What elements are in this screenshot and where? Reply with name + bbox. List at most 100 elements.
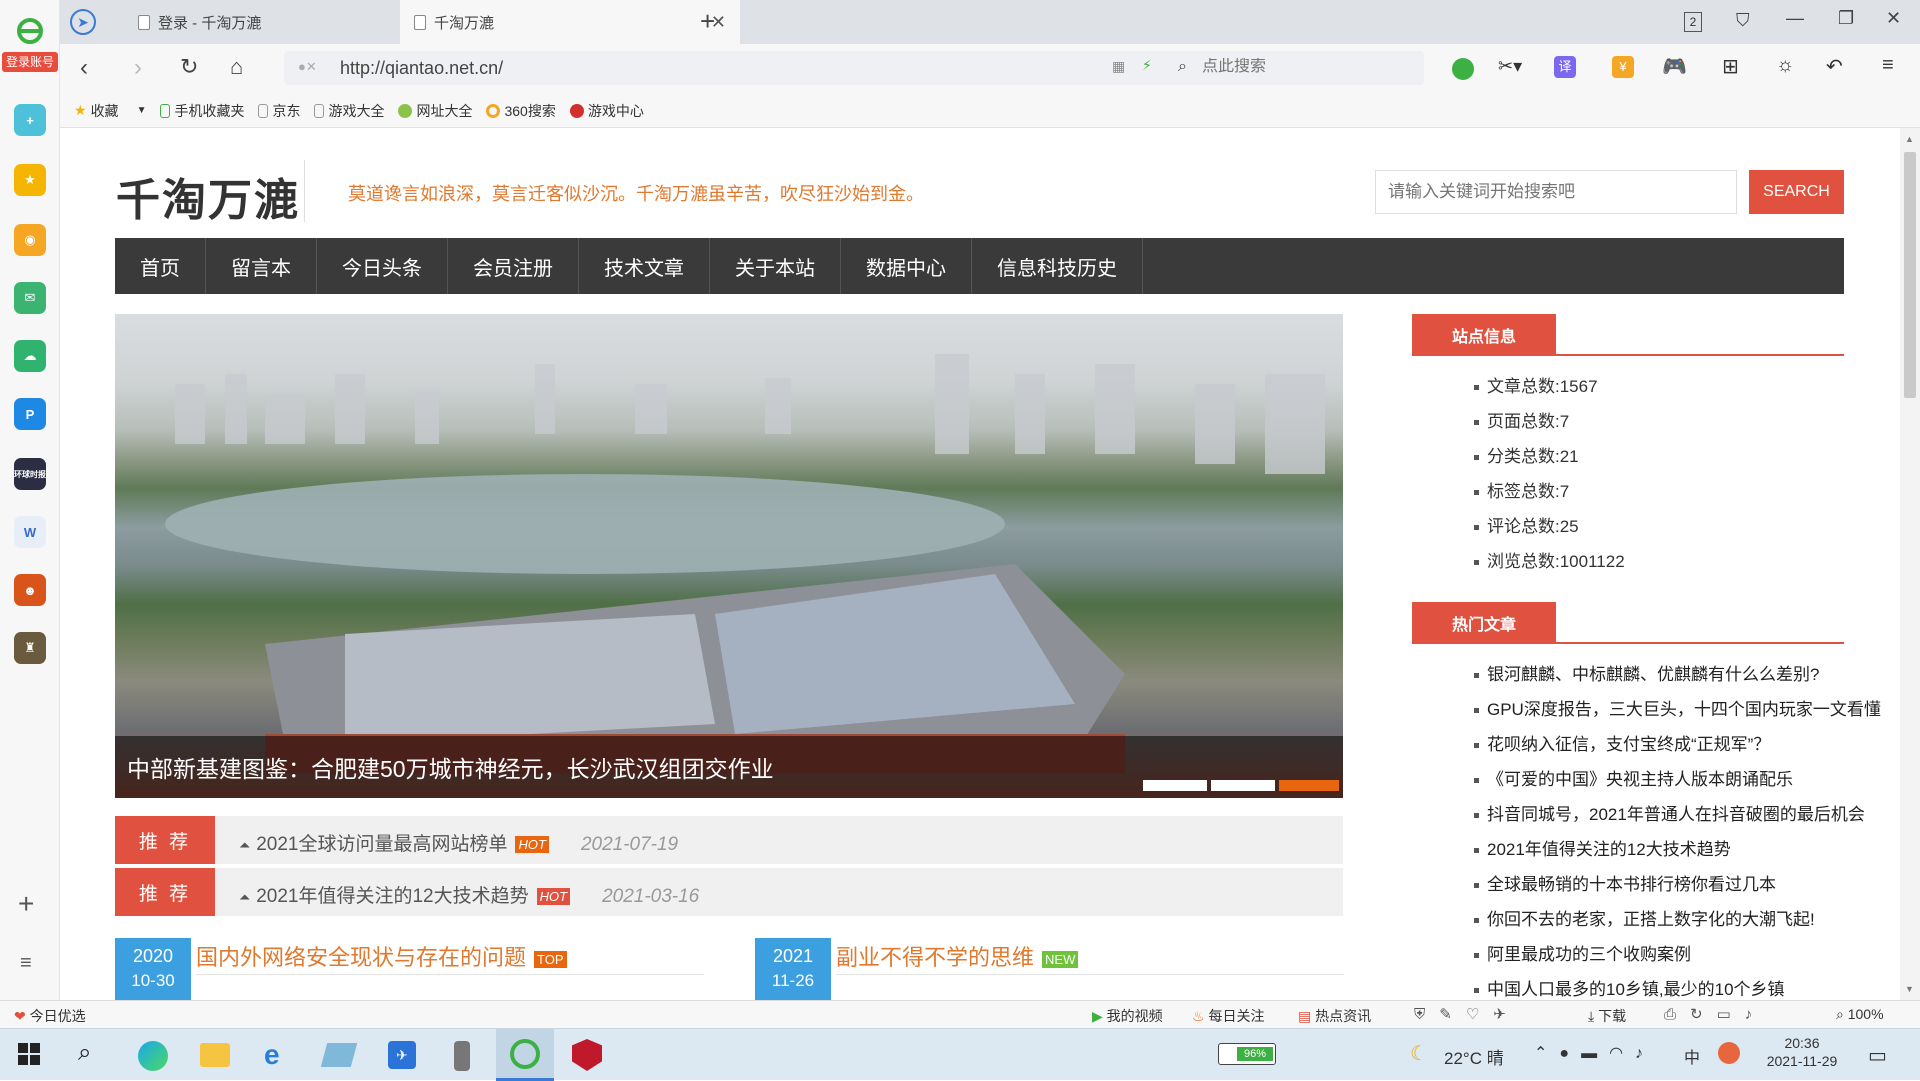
qr-icon[interactable]: ▦ — [1112, 58, 1125, 75]
hot-article-link[interactable]: 阿里最成功的三个收购案例 — [1474, 940, 1691, 965]
shirt-icon[interactable]: ⛉ — [1736, 10, 1750, 31]
refresh-icon[interactable]: ↻ — [180, 54, 198, 80]
slider-caption[interactable]: 中部新基建图鉴：合肥建50万城市神经元，长沙武汉组团交作业 — [127, 750, 774, 784]
tray-icons[interactable]: ⌃●▬◠♪ — [1534, 1043, 1655, 1063]
notification-icon[interactable]: ▭ — [1868, 1043, 1887, 1068]
news-icon[interactable]: 环球时报 — [14, 458, 46, 490]
site-search-input[interactable] — [1375, 170, 1737, 214]
folder-icon[interactable] — [200, 1043, 230, 1067]
windows-start-icon[interactable] — [18, 1043, 40, 1065]
nav-data[interactable]: 数据中心 — [841, 238, 972, 294]
post-title[interactable]: 国内外网络安全现状与存在的问题 TOP — [196, 940, 567, 972]
search-icon[interactable]: ⌕ — [78, 1039, 91, 1067]
recommend-row[interactable]: 推 荐 ⏶ 2021全球访问量最高网站榜单 HOT 2021-07-19 — [115, 816, 1343, 864]
recommend-title[interactable]: 2021年值得关注的12大技术趋势 — [256, 886, 528, 907]
today-picks[interactable]: ❤ 今日优选 — [14, 1006, 86, 1026]
mcafee-icon[interactable] — [572, 1039, 602, 1071]
bookmark-360[interactable]: 360搜索 — [486, 101, 556, 121]
recommend-title[interactable]: 2021全球访问量最高网站榜单 — [256, 834, 507, 855]
bookmark-mobile[interactable]: 手机收藏夹 — [160, 101, 244, 121]
sogou-icon[interactable] — [1718, 1042, 1740, 1064]
bookmark-game-center[interactable]: 游戏中心 — [569, 101, 644, 121]
avatar-icon[interactable]: ♜ — [14, 632, 46, 664]
tab-counter[interactable]: 2 — [1684, 12, 1702, 32]
ie-icon[interactable]: e — [264, 1039, 280, 1071]
home-icon[interactable]: ⌂ — [230, 54, 243, 80]
hot-article-link[interactable]: 2021年值得关注的12大技术趋势 — [1474, 835, 1731, 860]
nav-headlines[interactable]: 今日头条 — [317, 238, 448, 294]
nav-register[interactable]: 会员注册 — [448, 238, 579, 294]
coupon-icon[interactable]: ¥ — [1612, 56, 1634, 78]
menu-icon[interactable]: ≡ — [20, 952, 32, 975]
minimize-icon[interactable]: — — [1786, 8, 1804, 29]
scissors-icon[interactable]: ✂▾ — [1498, 56, 1522, 77]
nav-tech[interactable]: 技术文章 — [579, 238, 710, 294]
bookmark-games[interactable]: 游戏大全 — [314, 101, 384, 121]
download-button[interactable]: ⤓ 下载 — [1588, 1006, 1626, 1026]
search-box[interactable]: ⌕ — [1168, 51, 1424, 85]
brightness-icon[interactable]: ☼ — [1776, 54, 1794, 77]
scroll-thumb[interactable] — [1904, 152, 1916, 398]
nav-guestbook[interactable]: 留言本 — [206, 238, 317, 294]
back-icon[interactable]: ‹ — [80, 54, 88, 82]
hot-news[interactable]: ▤ 热点资讯 — [1298, 1006, 1371, 1026]
translate-icon[interactable]: 译 — [1554, 56, 1576, 78]
menu-icon[interactable]: ≡ — [1882, 54, 1894, 77]
weather-text[interactable]: 22°C 晴 — [1444, 1044, 1504, 1069]
slider-dot-1[interactable] — [1143, 780, 1207, 791]
post-title[interactable]: 副业不得不学的思维 NEW — [836, 940, 1079, 972]
slider-dot-3-active[interactable] — [1279, 780, 1339, 791]
maximize-icon[interactable]: ❐ — [1838, 8, 1854, 29]
zoom-level[interactable]: ⌕ 100% — [1836, 1006, 1884, 1023]
flash-icon[interactable]: ⚡ — [1142, 57, 1152, 74]
360-browser-task[interactable] — [496, 1029, 554, 1081]
search-input[interactable] — [1202, 58, 1402, 76]
tab-login[interactable]: 登录 - 千淘万漉 — [124, 0, 386, 44]
green-icon[interactable] — [1452, 58, 1474, 80]
bird-app-icon[interactable]: ✈ — [388, 1041, 416, 1069]
hot-article-link[interactable]: 花呗纳入征信，支付宝终成“正规军”？ — [1474, 730, 1770, 755]
undo-icon[interactable]: ↶ — [1826, 54, 1843, 79]
close-window-icon[interactable]: ✕ — [1886, 8, 1901, 29]
page-scrollbar[interactable]: ▲ ▼ — [1900, 128, 1920, 1000]
address-input[interactable]: ●✕ http://qiantao.net.cn/ ▦ ⚡ ⌄ — [284, 51, 1208, 85]
nav-history[interactable]: 信息科技历史 — [972, 238, 1143, 294]
status-tool-icons[interactable]: ⛨✎♡✈ — [1414, 1005, 1520, 1023]
hot-article-link[interactable]: 抖音同城号，2021年普通人在抖音破圈的最后机会 — [1474, 800, 1865, 825]
new-tab-icon[interactable]: + — [700, 6, 715, 37]
site-logo[interactable]: 千淘万漉 — [116, 164, 300, 228]
hot-article-link[interactable]: 你回不去的老家，正搭上数字化的大潮飞起! — [1474, 905, 1815, 930]
weibo-icon[interactable]: ◉ — [14, 224, 46, 256]
p-icon[interactable]: P — [14, 398, 46, 430]
hot-article-link[interactable]: 全球最畅销的十本书排行榜你看过几本 — [1474, 870, 1776, 895]
nav-home[interactable]: 首页 — [115, 238, 206, 294]
login-account-button[interactable]: 登录账号 — [2, 52, 58, 72]
grid-icon[interactable]: ⊞ — [1722, 54, 1739, 79]
battery-indicator[interactable]: 96% — [1218, 1043, 1276, 1065]
browser-logo-icon[interactable] — [8, 18, 52, 44]
star-icon[interactable]: ★ — [14, 164, 46, 196]
bookmark-sites[interactable]: 网址大全 — [398, 101, 472, 121]
my-videos[interactable]: ▶ 我的视频 — [1092, 1006, 1163, 1026]
status-tool-icons-2[interactable]: ⎙↻▭♪ — [1664, 1005, 1766, 1023]
edge-icon[interactable] — [138, 1041, 168, 1071]
daily-focus[interactable]: ♨ 每日关注 — [1192, 1006, 1264, 1026]
bookmark-favorites[interactable]: ★ 收藏 ▼ — [74, 101, 146, 121]
hot-article-link[interactable]: 中国人口最多的10乡镇,最少的10个乡镇 — [1474, 975, 1785, 1000]
add-sidebar-icon[interactable]: + — [18, 888, 34, 920]
game-icon[interactable]: ☻ — [14, 574, 46, 606]
gamepad-icon[interactable]: 🎮 — [1662, 54, 1687, 79]
usb-icon[interactable] — [454, 1041, 470, 1071]
add-icon[interactable]: + — [14, 104, 46, 136]
hero-slider[interactable]: 中部新基建图鉴：合肥建50万城市神经元，长沙武汉组团交作业 — [115, 314, 1343, 798]
scroll-up-icon[interactable]: ▲ — [1905, 134, 1914, 144]
bookmark-jd[interactable]: 京东 — [258, 101, 300, 121]
slider-dot-2[interactable] — [1211, 780, 1275, 791]
tab-home[interactable]: 千淘万漉 ✕ — [400, 0, 740, 44]
forward-icon[interactable]: › — [134, 54, 142, 82]
recommend-row[interactable]: 推 荐 ⏶ 2021年值得关注的12大技术趋势 HOT 2021-03-16 — [115, 868, 1343, 916]
hot-article-link[interactable]: GPU深度报告，三大巨头，十四个国内玩家一文看懂 — [1474, 695, 1881, 720]
app-icon[interactable] — [320, 1043, 358, 1067]
site-search-button[interactable]: SEARCH — [1749, 170, 1844, 214]
hot-article-link[interactable]: 《可爱的中国》央视主持人版本朗诵配乐 — [1474, 765, 1793, 790]
